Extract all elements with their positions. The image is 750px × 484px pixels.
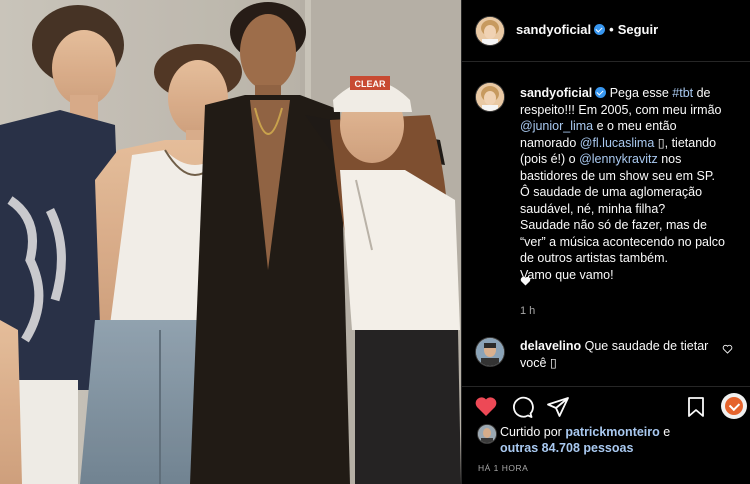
post-header: sandyoficial • Seguir xyxy=(462,0,750,62)
caption-line: Vamo que vamo! xyxy=(520,267,614,282)
avatar[interactable] xyxy=(476,17,504,45)
post-author-username[interactable]: sandyoficial xyxy=(516,22,591,37)
likes-conjunction: e xyxy=(659,425,671,439)
instagram-post-window: CLEAR sandyoficial • Seguir sandyoficial… xyxy=(0,0,750,484)
share-icon[interactable] xyxy=(546,395,570,419)
post-photo[interactable]: CLEAR xyxy=(0,0,461,484)
download-icon[interactable] xyxy=(721,393,747,419)
heart-emoji-icon xyxy=(520,276,531,286)
photo-illustration: CLEAR xyxy=(0,0,461,484)
likes-others-link[interactable]: outras 84.708 pessoas xyxy=(500,441,633,455)
likes-summary: Curtido por patrickmonteiro e outras 84.… xyxy=(500,424,750,456)
mention-link[interactable]: @junior_lima xyxy=(520,119,593,133)
avatar-image xyxy=(476,83,504,111)
caption-username[interactable]: sandyoficial xyxy=(520,86,592,100)
caption-avatar[interactable] xyxy=(476,83,504,111)
post-details-panel: sandyoficial • Seguir sandyoficial Pega es… xyxy=(462,0,750,484)
comment: delavelino Que saudade de tietar você ▯ xyxy=(520,338,720,371)
caption-text: Pega esse xyxy=(606,86,673,100)
header-info: sandyoficial • Seguir xyxy=(516,22,658,37)
action-bar xyxy=(462,386,750,426)
post-timestamp[interactable]: HÁ 1 HORA xyxy=(478,463,528,473)
follow-button[interactable]: Seguir xyxy=(618,22,658,37)
caption-time[interactable]: 1 h xyxy=(520,305,535,317)
liker-username[interactable]: patrickmonteiro xyxy=(565,425,659,439)
bookmark-icon[interactable] xyxy=(684,395,708,419)
caption-line: Ô saudade de uma aglomeração saudável, n… xyxy=(520,185,703,216)
caption-line: Saudade não só de fazer, mas de “ver” a … xyxy=(520,218,725,265)
comment-heart-icon[interactable] xyxy=(722,344,733,354)
mention-link[interactable]: @lennykravitz xyxy=(579,152,658,166)
post-caption: sandyoficial Pega esse #tbt de respeito!… xyxy=(520,85,734,283)
avatar-image xyxy=(476,338,504,366)
likes-prefix: Curtido por xyxy=(500,425,566,439)
comment-icon[interactable] xyxy=(510,395,534,419)
separator: • xyxy=(609,22,614,37)
comment-username[interactable]: delavelino xyxy=(520,339,581,353)
avatar-image xyxy=(478,425,496,443)
avatar-image xyxy=(476,17,504,45)
commenter-avatar[interactable] xyxy=(476,338,504,366)
verified-icon xyxy=(594,24,606,35)
liker-avatar[interactable] xyxy=(478,425,496,443)
mention-link[interactable]: @fl.lucaslima xyxy=(580,136,655,150)
verified-icon xyxy=(595,87,607,98)
heart-icon[interactable] xyxy=(474,395,498,419)
hashtag-link[interactable]: #tbt xyxy=(672,86,693,100)
